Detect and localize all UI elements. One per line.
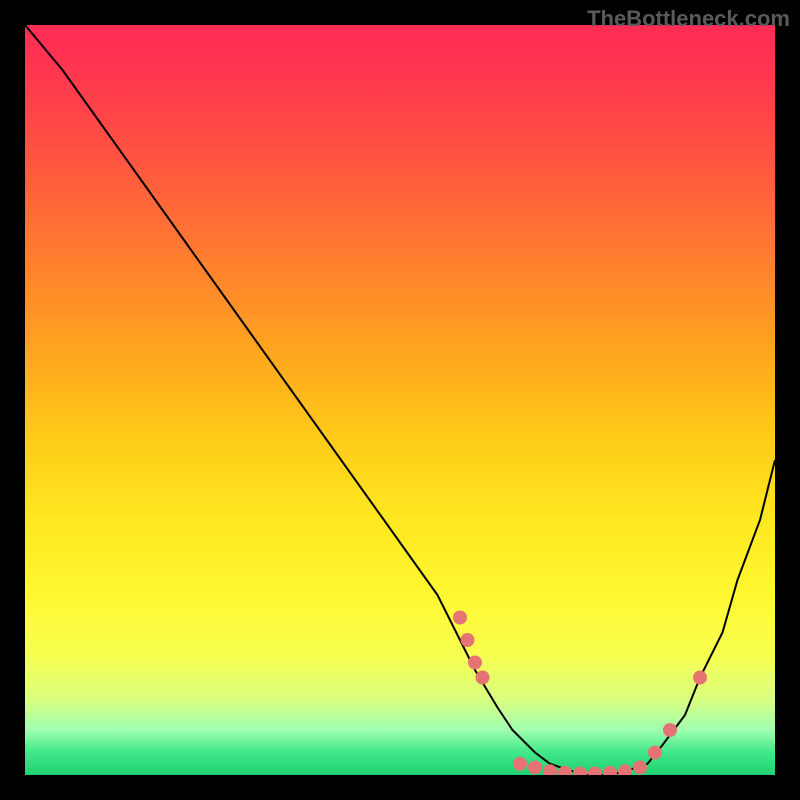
data-point — [453, 611, 467, 625]
chart-svg — [25, 25, 775, 775]
data-point — [648, 746, 662, 760]
data-point — [476, 671, 490, 685]
data-point — [573, 767, 587, 776]
data-point — [461, 633, 475, 647]
data-point — [663, 723, 677, 737]
data-points — [453, 611, 707, 776]
watermark-text: TheBottleneck.com — [587, 6, 790, 32]
data-point — [528, 761, 542, 775]
data-point — [618, 764, 632, 775]
bottleneck-curve — [25, 25, 775, 775]
plot-area — [25, 25, 775, 775]
data-point — [513, 757, 527, 771]
data-point — [633, 761, 647, 775]
data-point — [693, 671, 707, 685]
data-point — [588, 767, 602, 776]
data-point — [468, 656, 482, 670]
data-point — [603, 766, 617, 775]
